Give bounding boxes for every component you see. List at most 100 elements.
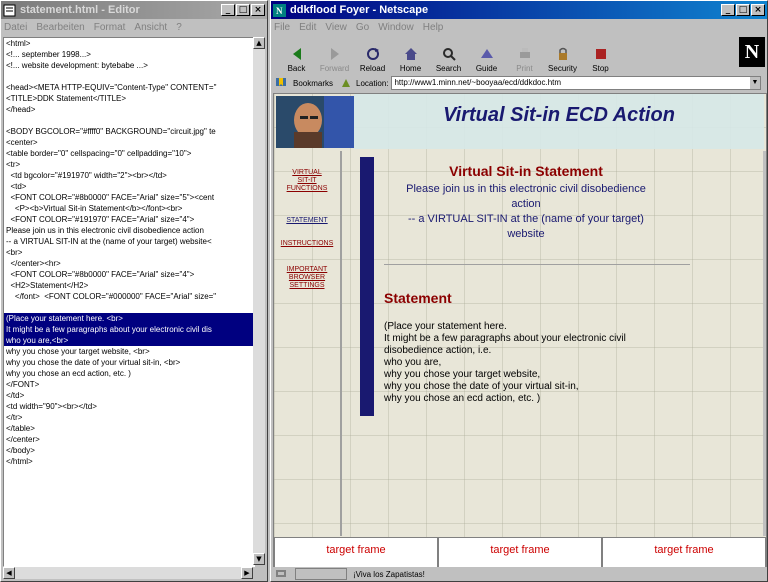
bookmarks-button[interactable]: Bookmarks <box>293 79 333 88</box>
code-line: <FONT COLOR="#8b0000" FACE="Arial" size=… <box>6 270 195 279</box>
code-line: </center><hr> <box>6 259 61 268</box>
scroll-down-arrow-icon[interactable]: ▼ <box>253 553 265 565</box>
guide-button[interactable]: Guide <box>469 46 504 73</box>
menu-help[interactable]: Help <box>423 22 444 33</box>
code-line: </tr> <box>6 413 23 422</box>
code-line: <H2>Statement</H2> <box>6 281 89 290</box>
nav-link-virtual-sit-it-functions[interactable]: VIRTUAL SIT-IT FUNCTIONS <box>274 169 340 193</box>
scroll-right-arrow-icon[interactable]: ▶ <box>241 567 253 579</box>
target-frame-3[interactable]: target frame <box>602 537 766 568</box>
code-line: -- a VIRTUAL SIT-IN at the (name of your… <box>6 237 212 246</box>
close-button[interactable]: × <box>751 4 765 16</box>
scroll-up-arrow-icon[interactable]: ▲ <box>253 37 265 49</box>
target-frame-2[interactable]: target frame <box>438 537 602 568</box>
nav-link-important-browser-settings[interactable]: IMPORTANT BROWSER SETTINGS <box>274 266 340 290</box>
code-line: <TITLE>DDK Statement</TITLE> <box>6 94 127 103</box>
browser-window: N ddkflood Foyer - Netscape _ □ × File E… <box>270 0 768 582</box>
editor-menubar: Datei Bearbeiten Format Ansicht ? <box>1 19 267 35</box>
code-line: <FONT COLOR="#191970" FACE="Arial" size=… <box>6 215 195 224</box>
search-button[interactable]: Search <box>431 46 466 73</box>
menu-edit[interactable]: Edit <box>299 22 316 33</box>
stop-button[interactable]: Stop <box>583 46 618 73</box>
menu-view[interactable]: View <box>325 22 347 33</box>
editor-vertical-scrollbar[interactable]: ▲ ▼ <box>253 37 265 565</box>
code-line: Please join us in this electronic civil … <box>6 226 204 235</box>
section-heading: Statement <box>384 290 452 306</box>
minimize-button[interactable]: _ <box>221 4 235 16</box>
nav-link-instructions[interactable]: INSTRUCTIONS <box>274 240 340 248</box>
status-text: ¡Viva los Zapatistas! <box>353 569 425 579</box>
toolbar-button-label: Reload <box>359 64 386 73</box>
bookmarks-icon[interactable] <box>275 76 291 90</box>
menu-bearbeiten[interactable]: Bearbeiten <box>36 22 84 33</box>
target-frames: target frame target frame target frame <box>274 537 766 568</box>
code-line: <td> <box>6 182 27 191</box>
target-frame-1[interactable]: target frame <box>274 537 438 568</box>
print-icon <box>517 46 533 62</box>
editor-title: statement.html - Editor <box>20 4 140 16</box>
code-line: </html> <box>6 457 33 466</box>
netscape-logo: N <box>739 37 765 67</box>
reload-icon <box>365 46 381 62</box>
subtitle-line: website <box>507 228 545 240</box>
nav-link-text: BROWSER <box>288 274 326 281</box>
code-line: <center> <box>6 138 38 147</box>
netscape-icon: N <box>273 3 286 17</box>
nav-link-text: FUNCTIONS <box>286 185 328 192</box>
browser-titlebar[interactable]: N ddkflood Foyer - Netscape _ □ × <box>271 1 767 19</box>
code-line: (Place your statement here. <br> <box>4 313 254 324</box>
toolbar-button-label: Stop <box>592 64 609 73</box>
code-line: </body> <box>6 446 35 455</box>
menu-file[interactable]: File <box>274 22 290 33</box>
toolbar-button-label: Home <box>399 64 422 73</box>
menu-datei[interactable]: Datei <box>4 22 27 33</box>
location-label: Location: <box>356 78 389 88</box>
code-line: <td width="90"><br></td> <box>6 402 97 411</box>
stop-icon <box>593 46 609 62</box>
menu-ansicht[interactable]: Ansicht <box>134 22 167 33</box>
code-line: <head><META HTTP-EQUIV="Content-Type" CO… <box>6 83 217 92</box>
code-line: <html> <box>6 39 31 48</box>
url-text: http://www1.minn.net/~booyaa/ecd/ddkdoc.… <box>394 78 562 87</box>
code-line: <FONT COLOR="#8b0000" FACE="Arial" size=… <box>6 193 215 202</box>
forward-button[interactable]: Forward <box>317 46 352 73</box>
menu-help[interactable]: ? <box>176 22 182 33</box>
page-proxy-icon[interactable] <box>341 77 353 90</box>
print-button[interactable]: Print <box>507 46 542 73</box>
menu-format[interactable]: Format <box>94 22 126 33</box>
editor-text-area[interactable]: <html> <!... september 1998...> <!... webs… <box>3 37 255 567</box>
location-bar: Bookmarks Location: http://www1.minn.net… <box>271 74 767 92</box>
menu-window[interactable]: Window <box>378 22 414 33</box>
connection-icon <box>275 568 289 580</box>
menu-go[interactable]: Go <box>356 22 369 33</box>
back-button[interactable]: Back <box>279 46 314 73</box>
code-line: </center> <box>6 435 40 444</box>
chevron-down-icon[interactable]: ▼ <box>750 77 760 89</box>
url-field[interactable]: http://www1.minn.net/~booyaa/ecd/ddkdoc.… <box>391 76 761 90</box>
subtitle-line: -- a VIRTUAL SIT-IN at the (name of your… <box>408 213 644 225</box>
reload-button[interactable]: Reload <box>355 46 390 73</box>
code-line: <P><b>Virtual Sit-in Statement</b></font… <box>6 204 183 213</box>
navigation-toolbar: Back Forward Reload Home Search Guide Print Sec… <box>271 37 767 73</box>
scroll-left-arrow-icon[interactable]: ◀ <box>3 567 15 579</box>
close-button[interactable]: × <box>251 4 265 16</box>
statement-body: (Place your statement here. It might be a… <box>384 321 684 405</box>
horizontal-rule <box>384 264 690 265</box>
nav-link-statement[interactable]: STATEMENT <box>274 217 340 225</box>
editor-horizontal-scrollbar[interactable]: ◀ ▶ <box>3 567 253 579</box>
nav-link-text: SIT-IT <box>297 177 317 184</box>
editor-titlebar[interactable]: statement.html - Editor _ □ × <box>1 1 267 19</box>
security-button[interactable]: Security <box>545 46 580 73</box>
notepad-icon <box>3 4 16 17</box>
main-title: Virtual Sit-in Statement <box>449 163 603 179</box>
code-line: </font> <FONT COLOR="#000000" FACE="Aria… <box>6 292 217 301</box>
code-line: </td> <box>6 391 25 400</box>
code-line: <!... website development: bytebabe ...> <box>6 61 148 70</box>
home-button[interactable]: Home <box>393 46 428 73</box>
minimize-button[interactable]: _ <box>721 4 735 16</box>
maximize-button[interactable]: □ <box>236 4 250 16</box>
maximize-button[interactable]: □ <box>736 4 750 16</box>
